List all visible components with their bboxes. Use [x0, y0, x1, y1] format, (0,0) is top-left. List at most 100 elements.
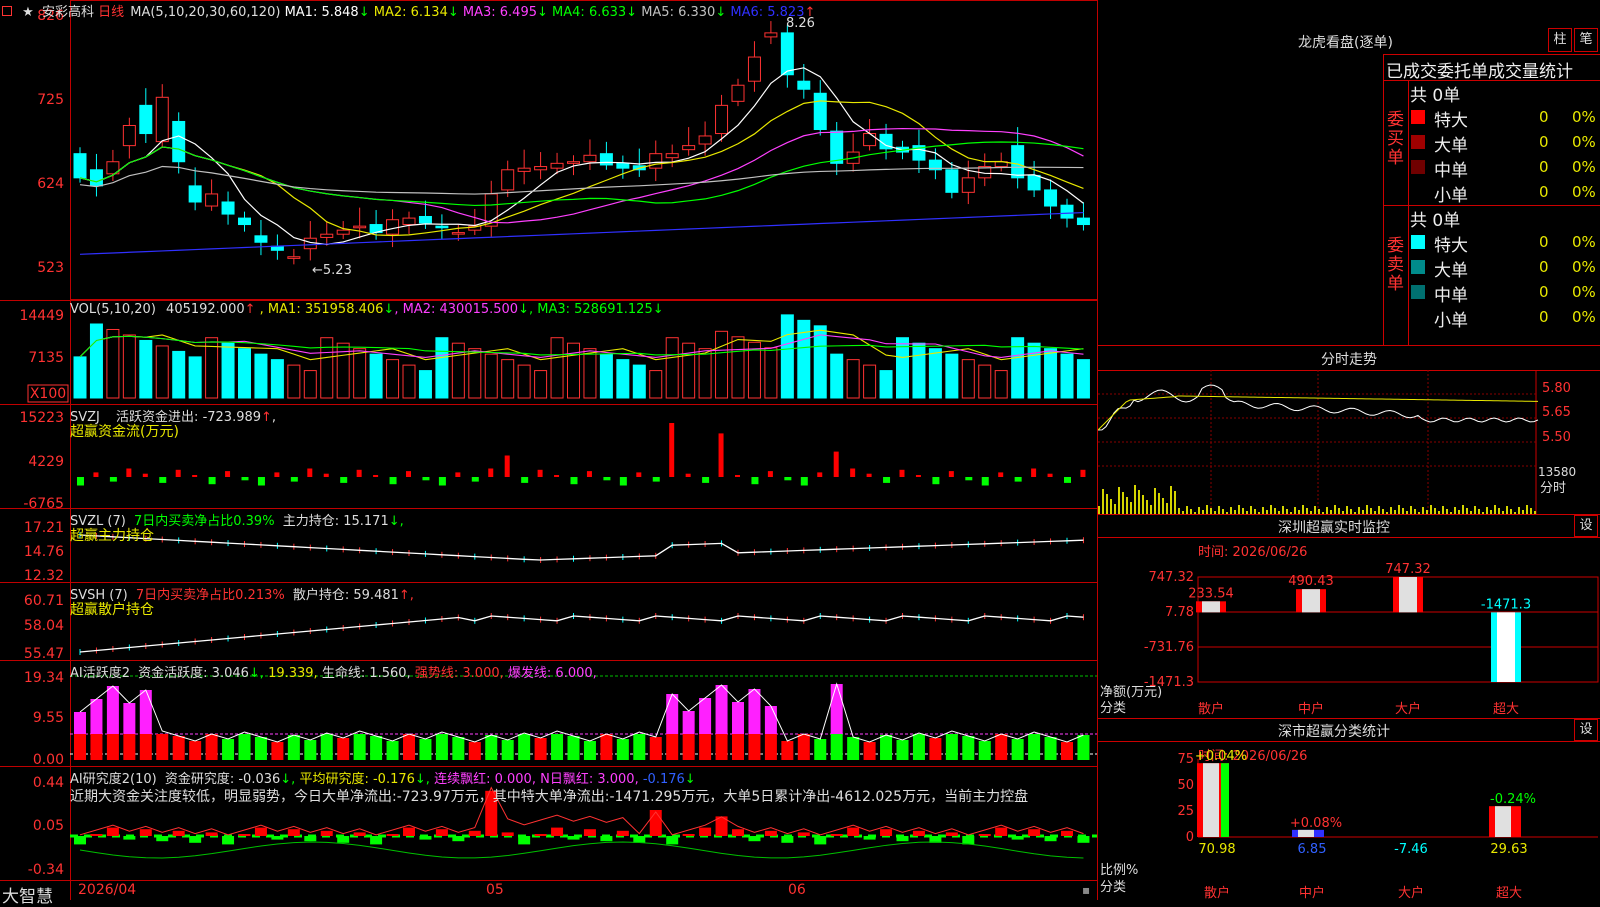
ai1-bar — [699, 734, 712, 760]
fenshi-vol-bar — [1330, 510, 1332, 514]
sz-monitor-title: 深圳超赢实时监控 — [1278, 520, 1390, 536]
fenshi-vol-bar — [1178, 508, 1180, 514]
ai1-bar — [929, 738, 942, 760]
vol-y-label: 14449 — [19, 308, 64, 324]
svzl-subtitle: 超赢主力持仓 — [70, 528, 154, 544]
fenshi-vol-bar — [1402, 508, 1404, 514]
sz-class-panel: 深市超赢分类统计 设 时间: 2026/06/26 75 50 25 0 +0.04% 7… — [1098, 719, 1600, 900]
candle-body — [698, 135, 712, 145]
period-label[interactable]: 日线 — [98, 5, 124, 20]
fenshi-vol-bar — [1194, 512, 1196, 514]
fenshi-vol-bar — [1418, 512, 1420, 514]
candle-body — [715, 104, 729, 135]
lhb-title: 龙虎看盘(逐单) — [1298, 35, 1393, 51]
szc-bar-group — [1292, 829, 1324, 837]
flow-bar — [373, 475, 379, 477]
chart-area[interactable]: 8.26←5.23 826725624523144497135X10015223… — [0, 0, 1098, 900]
fenshi-vol-bar — [1290, 512, 1292, 514]
sz-monitor-settings-button[interactable]: 设 — [1574, 515, 1598, 537]
ai1-bar — [847, 737, 860, 760]
ai2-bar — [600, 836, 613, 842]
fenshi-vol-bar — [1358, 507, 1360, 514]
ai2-bar — [666, 836, 679, 845]
volume-bar — [468, 348, 482, 399]
main-y-label: 624 — [37, 176, 64, 192]
ai1-bar — [764, 734, 777, 760]
volume-bar — [122, 334, 136, 399]
svsh-arrow: ↑, — [398, 588, 414, 603]
fenshi-vol-bar — [1354, 512, 1356, 514]
ai2-bar — [797, 832, 810, 836]
szm-y-label: -731.76 — [1144, 640, 1194, 655]
lock-icon[interactable]: ▪ — [1082, 883, 1090, 897]
sell-color-swatch — [1411, 235, 1425, 249]
ai2-bar — [551, 827, 564, 836]
fenshi-vol-label: 13580 — [1538, 465, 1576, 479]
candle-body — [599, 153, 613, 166]
svzl-y-label: 14.76 — [24, 544, 64, 560]
bar-mode-button[interactable]: 柱 — [1548, 28, 1572, 52]
szm-category: 超大 — [1493, 702, 1519, 717]
flow-bar — [142, 473, 148, 477]
candle-body — [567, 161, 580, 164]
candle-body — [336, 229, 350, 235]
ai2-bar — [682, 834, 695, 836]
ai1-arrow1: ↓, — [248, 666, 264, 681]
ma4-label: MA4: — [547, 5, 589, 20]
sell-row-pct: 0% — [1572, 308, 1596, 326]
ai1-bar — [1077, 735, 1090, 760]
szc-bar-highlight — [1203, 763, 1219, 837]
sz-class-settings-button[interactable]: 设 — [1574, 719, 1598, 741]
volume-bar — [484, 353, 498, 399]
sell-row-count: 0 — [1539, 283, 1549, 301]
ai1-magenta-bar — [123, 703, 136, 734]
tick-mode-button[interactable]: 笔 — [1574, 28, 1598, 52]
fenshi-vol-bar — [1126, 497, 1128, 514]
fenshi-vol-bar — [1130, 502, 1132, 514]
fenshi-title: 分时走势 — [1321, 352, 1377, 368]
ai1-bar — [666, 734, 679, 760]
candle-body — [616, 162, 630, 169]
vol-ma2-arrow: ↓ — [518, 302, 529, 317]
fenshi-vol-bar — [1374, 511, 1376, 514]
ai2-value2: -0.176 — [372, 772, 415, 787]
volume-bar — [106, 328, 120, 399]
buy-row-label: 特大 — [1434, 111, 1468, 131]
fenshi-vol-bar — [1458, 510, 1460, 514]
ai1-bar — [403, 734, 415, 760]
fenshi-panel[interactable]: 分时走势 5.80 5.65 5.50 13580 分时 — [1098, 346, 1600, 515]
ai1-line — [79, 682, 1084, 743]
ma6-arrow: ↑ — [804, 5, 816, 20]
szc-bottom-label: 6.85 — [1298, 842, 1327, 857]
flow-bar — [767, 471, 773, 477]
volume-bar — [303, 370, 317, 399]
candle-body — [418, 215, 432, 224]
svsh-label2: 散户持仓: — [292, 588, 350, 603]
szc-category: 超大 — [1496, 886, 1522, 900]
volume-bar — [665, 337, 679, 399]
ai1-bar — [616, 739, 629, 760]
candle-body — [386, 219, 400, 235]
fenshi-vol-bar — [1174, 491, 1176, 514]
fenshi-vol-bar — [1486, 507, 1488, 514]
volume-bar — [698, 348, 712, 399]
ma1-arrow: ↓ — [358, 5, 370, 20]
fenshi-vol-bar — [1154, 488, 1156, 514]
fenshi-vol-bar — [1386, 512, 1388, 514]
ai2-bar — [764, 830, 777, 836]
stock-name: 安彩高科 — [41, 5, 94, 20]
star-icon[interactable]: ★ — [22, 5, 34, 20]
fenshi-vol-bar — [1238, 505, 1240, 514]
fenshi-chart[interactable]: 5.80 5.65 5.50 13580 分时 — [1098, 370, 1600, 514]
szm-bar-label: 490.43 — [1288, 574, 1334, 589]
fenshi-vol-bar — [1162, 498, 1164, 514]
fenshi-vol-bar — [1134, 485, 1136, 514]
ai2-value4: 3.000, — [597, 772, 639, 787]
ma-legend: MA1: 5.848↓ MA2: 6.134↓ MA3: 6.495↓ MA4:… — [285, 5, 816, 20]
main-header: ★ 安彩高科 日线 MA(5,10,20,30,60,120) MA1: 5.8… — [2, 1, 815, 20]
szc-y-label: 75 — [1177, 752, 1194, 767]
candle-body — [287, 256, 301, 259]
ai1-bar — [106, 734, 119, 760]
buy-row-pct: 0% — [1572, 133, 1596, 151]
flow-bar — [669, 423, 675, 477]
